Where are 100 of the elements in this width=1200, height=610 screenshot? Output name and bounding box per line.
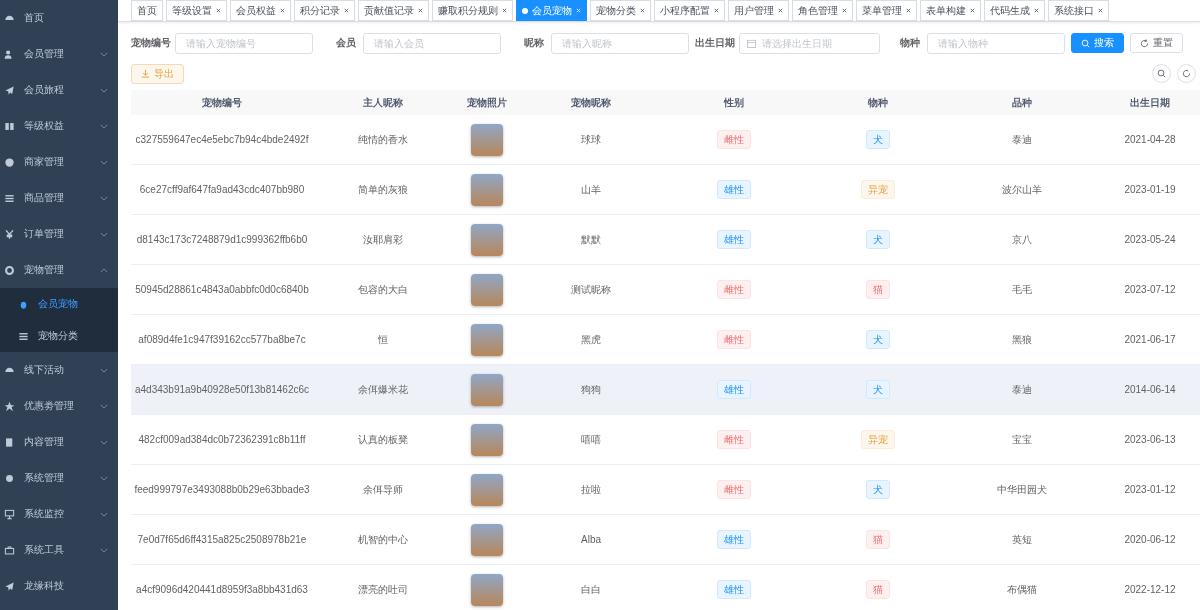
gender-tag: 雄性 (716, 380, 751, 399)
sidebar-item[interactable]: 会员旅程 (0, 72, 118, 108)
photo-placeholder (471, 323, 503, 356)
species-tag: 犬 (866, 480, 890, 499)
table-cell-text: 山羊 (580, 182, 602, 197)
search-icon (1081, 38, 1090, 48)
table-cell-text: 波尔山羊 (1001, 182, 1043, 197)
tab[interactable]: 会员权益 (230, 0, 291, 21)
sidebar-item[interactable]: 系统工具 (0, 532, 118, 568)
paper-plane-icon (4, 580, 15, 592)
table-cell-text: 泰迪 (1011, 132, 1033, 147)
table-cell-text: 默默 (580, 232, 602, 247)
sidebar-item[interactable]: 系统监控 (0, 496, 118, 532)
species-tag: 犬 (866, 380, 890, 399)
sidebar-item[interactable]: 线下活动 (0, 352, 118, 388)
field-label: 会员 (335, 36, 357, 50)
search-icon (1157, 69, 1166, 78)
table-cell-text: 余佴导师 (362, 482, 404, 497)
close-icon[interactable] (906, 8, 911, 13)
photo-placeholder (471, 523, 503, 556)
sidebar-item[interactable]: 龙缘科技 (0, 568, 118, 604)
table-cell-text: 拉啦 (580, 482, 602, 497)
photo-placeholder (471, 473, 503, 506)
close-icon[interactable] (280, 8, 285, 13)
species-tag: 犬 (866, 330, 890, 349)
close-icon[interactable] (502, 8, 507, 13)
tab[interactable]: 角色管理 (792, 0, 853, 21)
species-tag: 犬 (866, 130, 890, 149)
tab[interactable]: 用户管理 (728, 0, 789, 21)
book-icon (4, 120, 15, 132)
table-cell-text: 2023-05-24 (1123, 233, 1177, 247)
table-cell-text: c327559647ec4e5ebc7b94c4bde2492f (134, 133, 310, 147)
gender-tag: 雌性 (716, 430, 751, 449)
download-icon (141, 69, 150, 78)
chevron-icon (100, 87, 108, 93)
tab[interactable]: 贡献值记录 (358, 0, 429, 21)
ring-icon (4, 264, 15, 276)
tab[interactable]: 系统接口 (1048, 0, 1109, 21)
tab[interactable]: 小程序配置 (654, 0, 725, 21)
close-icon[interactable] (344, 8, 349, 13)
tab[interactable]: 积分记录 (294, 0, 355, 21)
table-cell-text: 认真的板凳 (357, 432, 409, 447)
refresh-icon (1140, 38, 1149, 48)
species-tag: 猫 (866, 280, 890, 299)
calendar-icon (747, 38, 756, 48)
close-icon[interactable] (1034, 8, 1039, 13)
chevron-icon (100, 231, 108, 237)
sidebar-item[interactable]: 订单管理 (0, 216, 118, 252)
tab[interactable]: 宠物分类 (590, 0, 651, 21)
photo-placeholder (471, 423, 503, 456)
species-tag: 猫 (866, 530, 890, 549)
sidebar-item[interactable]: 宠物管理 (0, 252, 118, 288)
sidebar-item[interactable]: 商家管理 (0, 144, 118, 180)
table-cell-text: 白白 (580, 582, 602, 597)
close-icon[interactable] (714, 8, 719, 13)
tab[interactable]: 等级设置 (166, 0, 227, 21)
toolbox-icon (4, 544, 15, 556)
species-tag: 异宠 (861, 180, 895, 199)
tab[interactable]: 表单构建 (920, 0, 981, 21)
chevron-icon (100, 475, 108, 481)
sidebar-item[interactable]: 首页 (0, 0, 118, 36)
reset-button[interactable]: 重置 (1130, 33, 1183, 53)
refresh-icon (1182, 69, 1191, 78)
gender-tag: 雄性 (716, 180, 751, 199)
table-cell-text: 6ce27cff9af647fa9ad43cdc407bb980 (138, 183, 306, 197)
sidebar-item[interactable]: 内容管理 (0, 424, 118, 460)
table-cell-text: 2023-01-12 (1123, 483, 1177, 497)
close-icon[interactable] (418, 8, 423, 13)
table-cell-text: 泰迪 (1011, 382, 1033, 397)
table-cell-text: 宝宝 (1011, 432, 1033, 447)
close-icon[interactable] (778, 8, 783, 13)
table-cell-text: 中华田园犬 (996, 482, 1048, 497)
table-cell-text: Alba (580, 533, 602, 547)
sidebar-item[interactable]: 等级权益 (0, 108, 118, 144)
sidebar-subitem[interactable]: 宠物分类 (0, 320, 118, 352)
close-icon[interactable] (970, 8, 975, 13)
monitor-icon (4, 508, 15, 520)
table-cell-text: 英短 (1011, 532, 1033, 547)
tab[interactable]: 首页 (131, 0, 163, 21)
tab[interactable]: 菜单管理 (856, 0, 917, 21)
table-row[interactable]: a4d343b91a9b40928e50f13b81462c6c 余佴爆米花 狗狗 雄性 犬 泰迪 2014-06-14 (131, 365, 1200, 415)
photo-placeholder (471, 223, 503, 256)
close-icon[interactable] (640, 8, 645, 13)
yen-icon (4, 228, 15, 240)
close-icon[interactable] (216, 8, 221, 13)
close-icon[interactable] (1098, 8, 1103, 13)
tab[interactable]: 代码生成 (984, 0, 1045, 21)
table-cell-text: 包容的大白 (357, 282, 409, 297)
chevron-icon (100, 123, 108, 129)
sidebar-item[interactable]: 系统管理 (0, 460, 118, 496)
chevron-icon (100, 195, 108, 201)
sidebar-item[interactable]: 优惠劵管理 (0, 388, 118, 424)
close-icon[interactable] (842, 8, 847, 13)
sidebar-item[interactable]: 商品管理 (0, 180, 118, 216)
list-icon (18, 330, 29, 342)
table-cell-text: 嘻嘻 (580, 432, 602, 447)
table-cell-text: a4d343b91a9b40928e50f13b81462c6c (133, 383, 311, 397)
tab[interactable]: 赚取积分规则 (432, 0, 513, 21)
sidebar-item[interactable]: 会员管理 (0, 36, 118, 72)
sidebar-subitem[interactable]: 会员宠物 (0, 288, 118, 320)
